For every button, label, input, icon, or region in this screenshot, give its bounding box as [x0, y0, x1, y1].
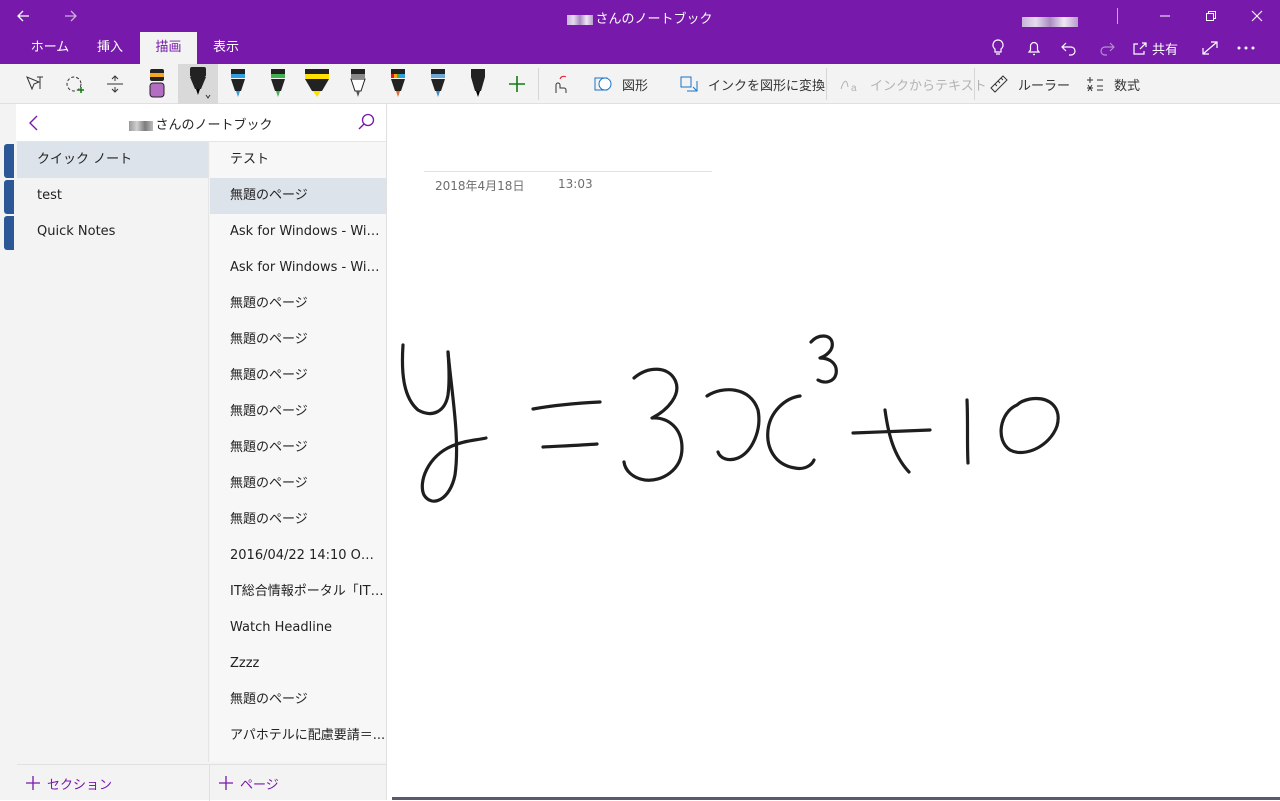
- page-item[interactable]: 無題のページ: [210, 394, 386, 430]
- search-icon[interactable]: [356, 112, 376, 136]
- math-icon: [1087, 77, 1103, 92]
- tab-home[interactable]: ホーム: [22, 32, 78, 64]
- pen-black-2-icon[interactable]: [468, 64, 488, 104]
- pen-rainbow-icon[interactable]: [388, 64, 408, 104]
- add-section-label: セクション: [47, 777, 113, 793]
- undo-icon[interactable]: [1058, 38, 1082, 58]
- pencil-gray-icon[interactable]: [348, 64, 368, 104]
- page-item[interactable]: 無題のページ: [210, 466, 386, 502]
- plus-icon: [26, 776, 40, 790]
- ruler-button[interactable]: ルーラー: [988, 64, 1070, 104]
- ribbon-tabs: ホーム 挿入 描画 表示 共有: [0, 32, 1280, 64]
- page-item[interactable]: 無題のページ: [210, 682, 386, 718]
- section-item[interactable]: test: [17, 178, 208, 214]
- ruler-icon: [990, 75, 1008, 93]
- page-item[interactable]: 2016/04/22 14:10 Offic...: [210, 538, 386, 574]
- section-color-tab[interactable]: [4, 180, 14, 214]
- redo-icon[interactable]: [1094, 38, 1118, 58]
- window-title: さんのノートブック: [0, 8, 1280, 27]
- account-avatar[interactable]: [1022, 11, 1080, 30]
- ink-to-shape-label: インクを図形に変換: [708, 78, 826, 94]
- tab-view[interactable]: 表示: [200, 32, 252, 64]
- notebook-header: さんのノートブック: [16, 104, 386, 142]
- section-list: クイック ノート test Quick Notes: [17, 142, 209, 762]
- draw-ribbon: 図形 インクを図形に変換 a インクからテキスト ルーラー 数式: [0, 64, 1280, 104]
- shapes-icon: [594, 77, 612, 91]
- pen-green-icon[interactable]: [268, 64, 288, 104]
- fullscreen-icon[interactable]: [1198, 38, 1222, 58]
- page-item[interactable]: 無題のページ: [210, 358, 386, 394]
- math-label: 数式: [1114, 78, 1141, 94]
- minimize-button[interactable]: [1142, 0, 1188, 32]
- page-item[interactable]: Ask for Windows - Win...: [210, 250, 386, 286]
- page-item[interactable]: Zzzz: [210, 646, 386, 682]
- pen-cyan-icon[interactable]: [428, 64, 448, 104]
- section-item[interactable]: Quick Notes: [17, 214, 208, 250]
- tab-draw[interactable]: 描画: [140, 32, 197, 64]
- handwritten-ink-equation[interactable]: [388, 104, 1280, 800]
- svg-text:a: a: [851, 83, 857, 94]
- page-item[interactable]: Ask for Windows - Win...: [210, 214, 386, 250]
- lightbulb-icon[interactable]: [986, 38, 1010, 58]
- add-page-button[interactable]: ページ: [218, 765, 279, 801]
- page-item[interactable]: Watch Headline: [210, 610, 386, 646]
- ink-to-text-button: a インクからテキスト: [838, 64, 987, 104]
- page-list: テスト 無題のページ Ask for Windows - Win... Ask …: [210, 142, 386, 762]
- page-item[interactable]: 無題のページ: [210, 178, 386, 214]
- page-canvas[interactable]: 2018年4月18日 13:03: [388, 104, 1280, 800]
- page-item[interactable]: 無題のページ: [210, 430, 386, 466]
- share-button[interactable]: 共有: [1132, 32, 1178, 64]
- footer-divider: [209, 765, 210, 801]
- highlighter-yellow-icon[interactable]: [302, 64, 332, 104]
- insert-space-icon[interactable]: [104, 64, 126, 104]
- math-button[interactable]: 数式: [1084, 64, 1140, 104]
- share-label: 共有: [1152, 42, 1179, 58]
- notebook-title[interactable]: さんのノートブック: [16, 114, 386, 133]
- section-color-tab[interactable]: [4, 144, 14, 178]
- nav-footer: セクション ページ: [17, 764, 386, 801]
- pen-black-icon[interactable]: [186, 64, 212, 104]
- page-item[interactable]: アパホテルに配慮要請＝...: [210, 718, 386, 754]
- section-item[interactable]: クイック ノート: [17, 142, 208, 178]
- plus-icon: [219, 776, 233, 790]
- shapes-label: 図形: [622, 78, 649, 94]
- type-select-tool-icon[interactable]: [24, 64, 46, 104]
- add-page-label: ページ: [240, 777, 279, 793]
- shapes-button[interactable]: 図形: [592, 64, 648, 104]
- blurred-name: [567, 14, 594, 25]
- share-icon: [1133, 42, 1147, 55]
- more-options-icon[interactable]: [1234, 38, 1258, 58]
- add-section-button[interactable]: セクション: [25, 765, 112, 801]
- page-item[interactable]: 無題のページ: [210, 322, 386, 358]
- ribbon-separator: [826, 68, 827, 100]
- ink-to-text-icon: a: [840, 80, 857, 94]
- section-tab-strip: [0, 104, 16, 800]
- pen-blue-icon[interactable]: [228, 64, 248, 104]
- page-item[interactable]: テスト: [210, 142, 386, 178]
- ruler-label: ルーラー: [1018, 78, 1071, 94]
- touch-draw-icon[interactable]: [548, 64, 570, 104]
- page-item[interactable]: IT総合情報ポータル「ITm...: [210, 574, 386, 610]
- page-item[interactable]: 無題のページ: [210, 502, 386, 538]
- title-separator: [1117, 8, 1118, 24]
- page-item[interactable]: 無題のページ: [210, 286, 386, 322]
- add-pen-icon[interactable]: [506, 64, 528, 104]
- ribbon-separator: [538, 68, 539, 100]
- bell-icon[interactable]: [1022, 38, 1046, 58]
- navigation-pane: さんのノートブック クイック ノート test Quick Notes テスト …: [0, 104, 387, 801]
- tab-insert[interactable]: 挿入: [84, 32, 136, 64]
- ink-to-shape-button[interactable]: インクを図形に変換: [678, 64, 825, 104]
- title-bar: さんのノートブック: [0, 0, 1280, 32]
- section-color-tab[interactable]: [4, 216, 14, 250]
- ribbon-separator: [974, 68, 975, 100]
- ink-to-text-label: インクからテキスト: [870, 78, 987, 94]
- lasso-select-icon[interactable]: [64, 64, 88, 104]
- ink-to-shape-icon: [680, 76, 698, 92]
- close-button[interactable]: [1234, 0, 1280, 32]
- pen-purple-icon[interactable]: [146, 64, 168, 104]
- restore-button[interactable]: [1188, 0, 1234, 32]
